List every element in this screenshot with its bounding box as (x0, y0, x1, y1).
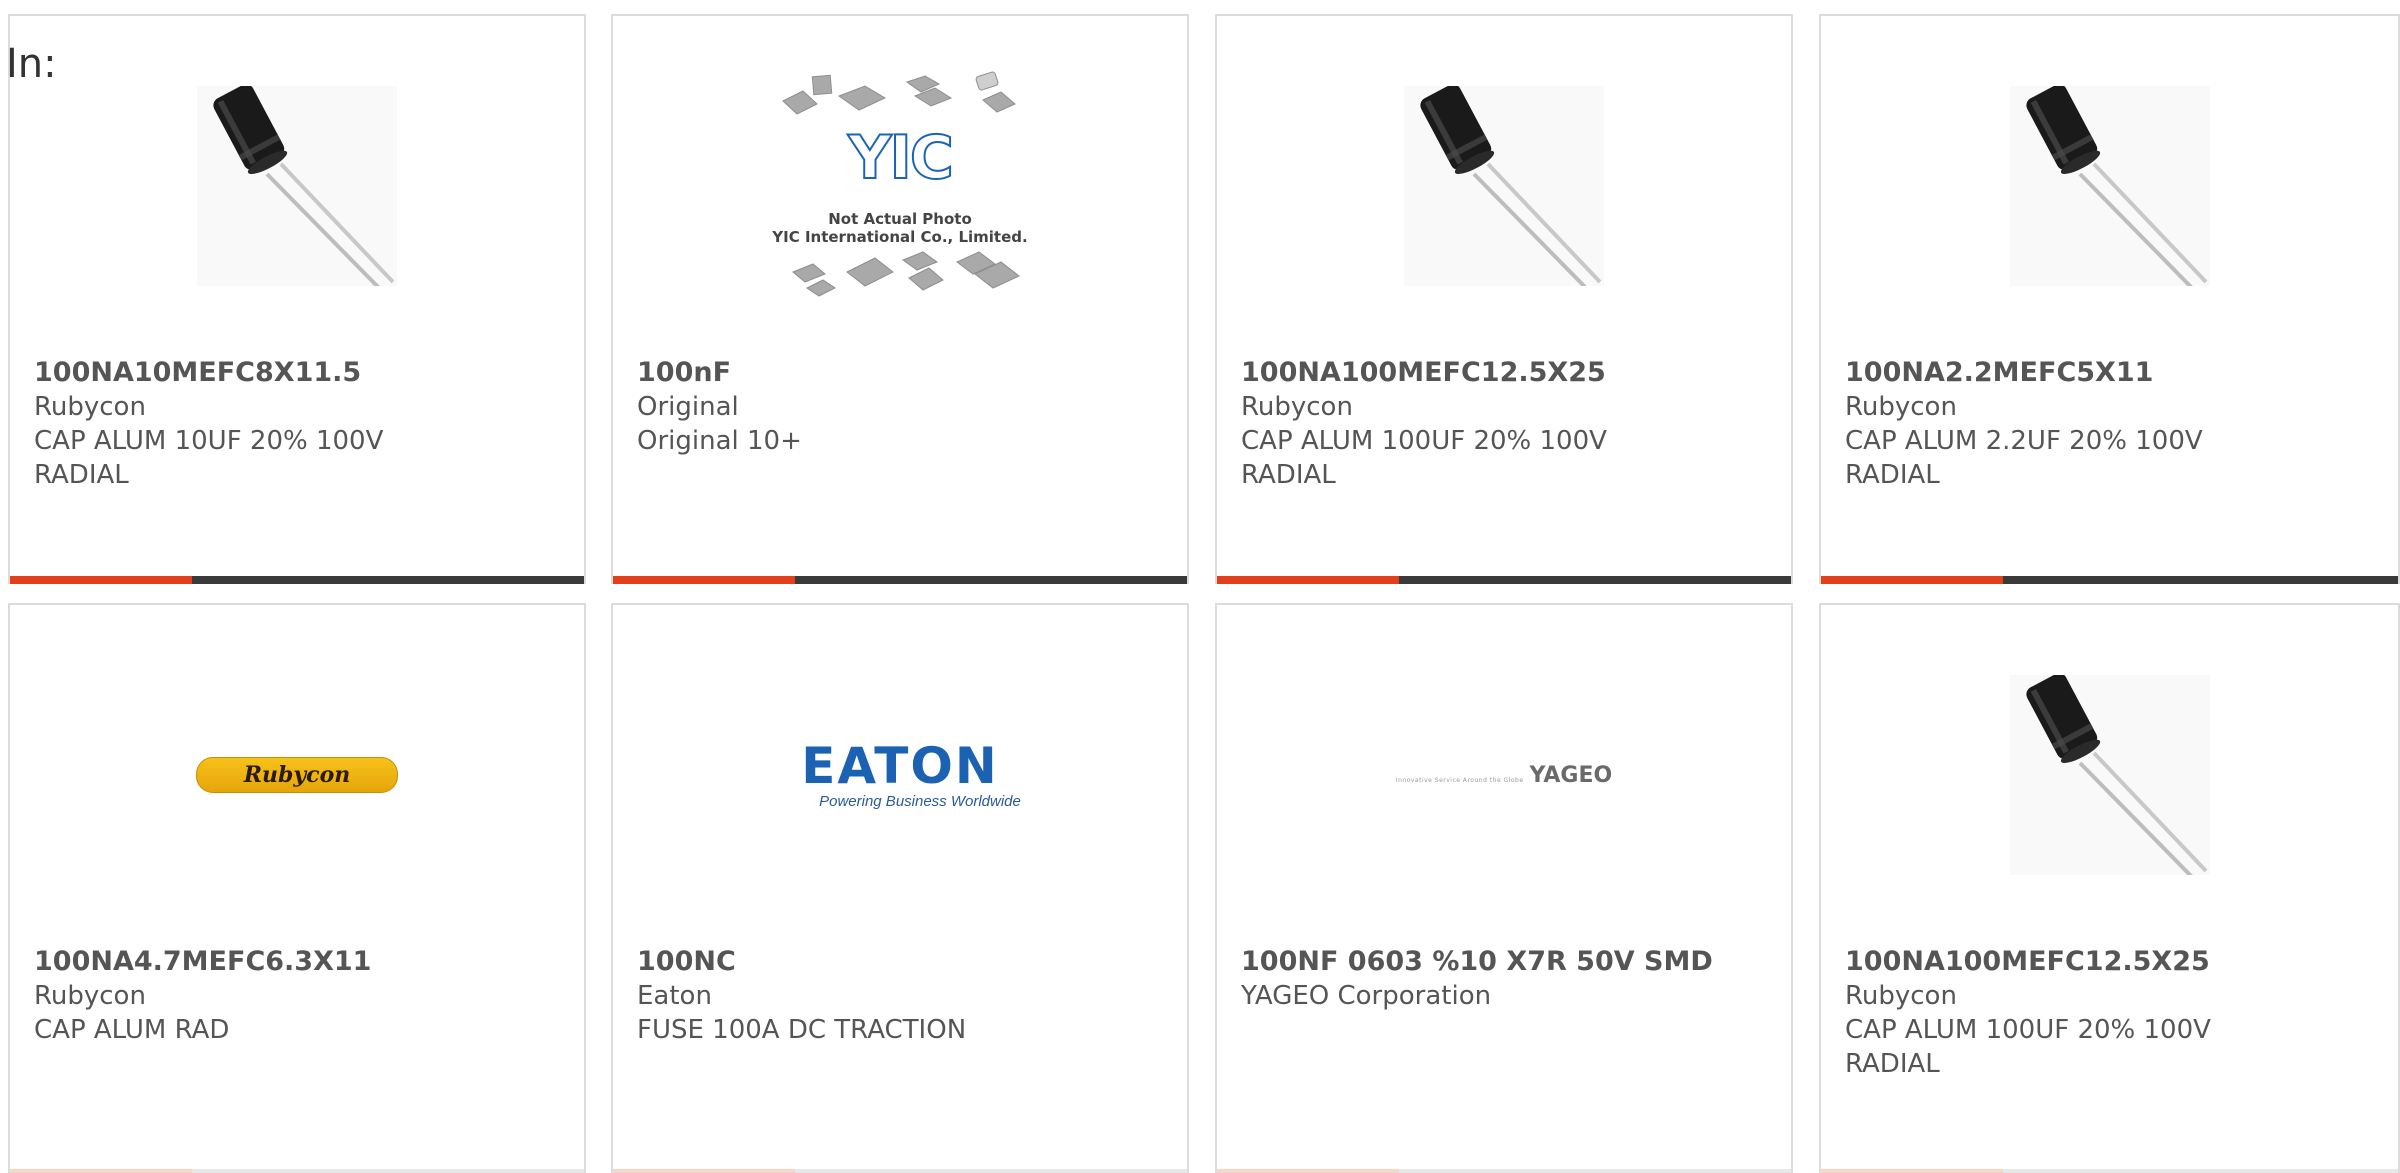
product-card[interactable]: 100NA2.2MEFC5X11 Rubycon CAP ALUM 2.2UF … (1819, 14, 2400, 584)
rubycon-logo: Rubycon (196, 757, 398, 793)
product-card[interactable]: 100NA100MEFC12.5X25 Rubycon CAP ALUM 100… (1819, 603, 2400, 1173)
part-number-link[interactable]: 100nF (637, 356, 1167, 390)
card-footer-accent (613, 1169, 795, 1173)
card-footer-bar (613, 1169, 1187, 1173)
product-image[interactable]: YIC Not Actual Photo YIC International C… (613, 71, 1187, 297)
eaton-logo-word: EATON (801, 736, 999, 795)
description-label: Original 10+ (637, 426, 802, 456)
manufacturer-label: Rubycon (1845, 981, 1957, 1011)
yic-logo-mark: YIC (847, 123, 955, 193)
card-footer-accent (613, 576, 795, 584)
card-footer-bar (1217, 576, 1791, 584)
card-footer-accent (1821, 1169, 2003, 1173)
product-image[interactable] (10, 76, 584, 296)
capacitor-photo-icon (197, 84, 397, 292)
description-label: CAP ALUM 10UF 20% 100V RADIAL (34, 426, 384, 490)
part-number-link[interactable]: 100NF 0603 %10 X7R 50V SMD (1241, 945, 1771, 979)
card-footer-bar (1821, 576, 2398, 584)
manufacturer-label: Rubycon (34, 981, 146, 1011)
eaton-logo-tagline: Powering Business Worldwide (819, 792, 1021, 810)
part-number-link[interactable]: 100NA100MEFC12.5X25 (1241, 356, 1771, 390)
manufacturer-label: Rubycon (1845, 392, 1957, 422)
description-label: CAP ALUM 2.2UF 20% 100V RADIAL (1845, 426, 2203, 490)
manufacturer-label: Rubycon (1241, 392, 1353, 422)
part-number-link[interactable]: 100NC (637, 945, 1167, 979)
manufacturer-label: Eaton (637, 981, 712, 1011)
product-image[interactable] (1821, 76, 2398, 296)
product-image[interactable]: EATON Powering Business Worldwide (613, 665, 1187, 885)
card-footer-accent (1217, 576, 1399, 584)
card-footer-bar (1821, 1169, 2398, 1173)
card-footer-bar (613, 576, 1187, 584)
product-card[interactable]: Rubycon 100NA4.7MEFC6.3X11 Rubycon CAP A… (8, 603, 586, 1173)
capacitor-photo-icon (1404, 84, 1604, 292)
description-label: CAP ALUM 100UF 20% 100V RADIAL (1845, 1015, 2211, 1079)
part-number-link[interactable]: 100NA2.2MEFC5X11 (1845, 356, 2378, 390)
part-number-link[interactable]: 100NA4.7MEFC6.3X11 (34, 945, 564, 979)
manufacturer-label: YAGEO Corporation (1241, 981, 1492, 1011)
card-footer-bar (10, 1169, 584, 1173)
card-footer-accent (10, 576, 192, 584)
yageo-logo: Innovative Service Around the Globe YAGE… (1396, 763, 1612, 788)
product-card[interactable]: Innovative Service Around the Globe YAGE… (1215, 603, 1793, 1173)
card-footer-accent (1821, 576, 2003, 584)
card-footer-accent (10, 1169, 192, 1173)
description-label: CAP ALUM 100UF 20% 100V RADIAL (1241, 426, 1607, 490)
description-label: CAP ALUM RAD (34, 1015, 230, 1045)
product-image[interactable]: Rubycon (10, 665, 584, 885)
eaton-logo: EATON Powering Business Worldwide (779, 741, 1021, 810)
card-footer-bar (10, 576, 584, 584)
card-footer-accent (1217, 1169, 1399, 1173)
manufacturer-label: Original (637, 392, 739, 422)
manufacturer-label: Rubycon (34, 392, 146, 422)
product-card[interactable]: 100NA10MEFC8X11.5 Rubycon CAP ALUM 10UF … (8, 14, 586, 584)
product-card[interactable]: YIC Not Actual Photo YIC International C… (611, 14, 1189, 584)
product-image[interactable]: Innovative Service Around the Globe YAGE… (1217, 665, 1791, 885)
product-grid: 100NA10MEFC8X11.5 Rubycon CAP ALUM 10UF … (8, 14, 2400, 1173)
part-number-link[interactable]: 100NA100MEFC12.5X25 (1845, 945, 2378, 979)
part-number-link[interactable]: 100NA10MEFC8X11.5 (34, 356, 564, 390)
yageo-logo-tagline: Innovative Service Around the Globe (1395, 776, 1524, 784)
product-image[interactable] (1217, 76, 1791, 296)
description-label: FUSE 100A DC TRACTION (637, 1015, 967, 1045)
yageo-logo-word: YAGEO (1529, 762, 1613, 788)
yic-company-caption: YIC International Co., Limited. (772, 228, 1028, 246)
product-image[interactable] (1821, 665, 2398, 885)
capacitor-photo-icon (2009, 673, 2210, 881)
product-card[interactable]: 100NA100MEFC12.5X25 Rubycon CAP ALUM 100… (1215, 14, 1793, 584)
not-actual-photo-caption: Not Actual Photo (828, 210, 972, 228)
yic-placeholder-image: YIC Not Actual Photo YIC International C… (765, 66, 1035, 306)
capacitor-photo-icon (2009, 84, 2210, 292)
filter-in-label: In: (6, 41, 57, 87)
card-footer-bar (1217, 1169, 1791, 1173)
product-card[interactable]: EATON Powering Business Worldwide 100NC … (611, 603, 1189, 1173)
